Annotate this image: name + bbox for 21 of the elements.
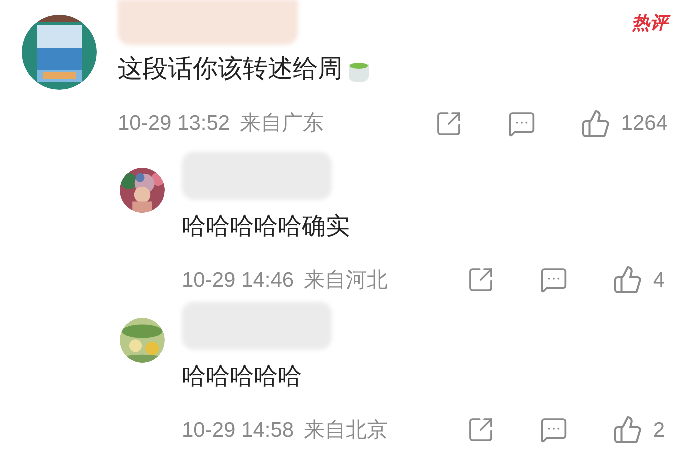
- comment-location: 来自北京: [304, 418, 388, 444]
- like-count: 4: [653, 268, 665, 294]
- share-icon[interactable]: [435, 110, 464, 138]
- comment-icon[interactable]: [540, 416, 568, 444]
- like-icon[interactable]: [613, 415, 644, 446]
- like-count: 2: [653, 418, 665, 444]
- comment-text: 哈哈哈哈哈确实: [182, 212, 350, 242]
- comment-icon[interactable]: [508, 110, 536, 138]
- comment-text: 哈哈哈哈哈: [182, 362, 302, 392]
- like-icon[interactable]: [581, 109, 612, 139]
- comment-location: 来自广东: [240, 111, 324, 138]
- comment-time: 10-29 14:58: [182, 418, 294, 444]
- like-icon[interactable]: [613, 265, 644, 296]
- comment-text: 这段话你该转述给周: [118, 54, 343, 86]
- comment-icon[interactable]: [540, 266, 568, 294]
- like-count: 1264: [621, 111, 668, 138]
- comment-time: 10-29 13:52: [118, 111, 230, 138]
- comment-time: 10-29 14:46: [182, 268, 294, 294]
- share-icon[interactable]: [467, 266, 496, 294]
- comment-location: 来自河北: [304, 268, 388, 294]
- share-icon[interactable]: [467, 416, 496, 444]
